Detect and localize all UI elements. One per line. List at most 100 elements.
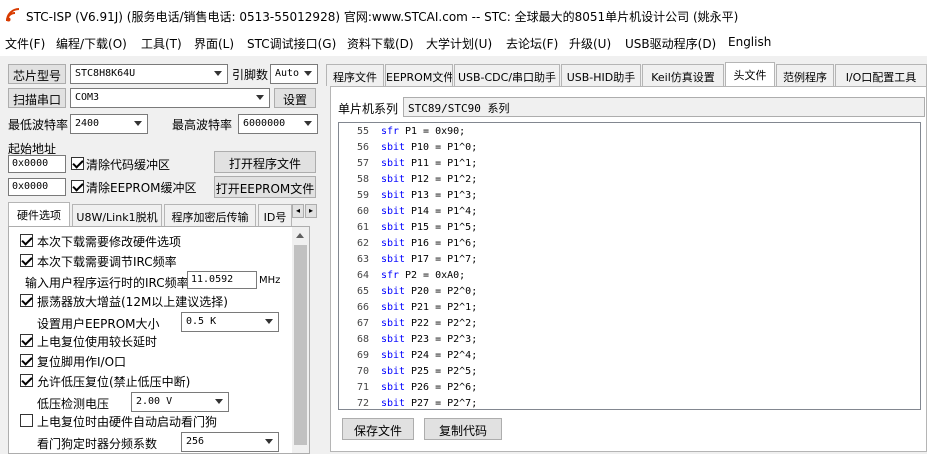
scan-port-button[interactable]: 扫描串口 (8, 88, 66, 108)
min-baud-value: 2400 (75, 118, 100, 129)
tab-program-file[interactable]: 程序文件 (326, 64, 384, 86)
pin-count-select[interactable]: Auto (270, 64, 318, 84)
scroll-up-icon[interactable] (296, 233, 304, 238)
code-text: P22 = P2^2; (411, 318, 478, 329)
scrollbar-thumb[interactable] (294, 245, 307, 445)
mcu-series-select[interactable]: STC89/STC90 系列 (403, 97, 925, 117)
tab-usb-cdc-serial[interactable]: USB-CDC/串口助手 (454, 64, 560, 86)
line-number: 70 (356, 366, 369, 377)
tab-hardware-options[interactable]: 硬件选项 (8, 202, 70, 226)
eeprom-size-select[interactable]: 0.5 K (181, 312, 279, 332)
code-keyword: sbit (381, 366, 406, 377)
tab-u8w-offline[interactable]: U8W/Link1脱机 (72, 204, 162, 226)
line-number: 68 (356, 334, 369, 345)
chevron-down-icon (134, 121, 142, 126)
lvr-voltage-select[interactable]: 2.00 V (131, 392, 229, 412)
tab-id[interactable]: ID号 (258, 204, 292, 226)
por-delay-checkbox[interactable] (20, 334, 33, 347)
tab-scroll-right-icon[interactable]: ▸ (305, 204, 317, 218)
modify-hardware-checkbox[interactable] (20, 234, 33, 247)
code-keyword: sbit (381, 302, 406, 313)
save-file-button[interactable]: 保存文件 (342, 418, 414, 440)
title-bar: STC-ISP (V6.91J) (服务电话/销售电话: 0513-550129… (0, 0, 927, 30)
code-text: P20 = P2^0; (411, 286, 478, 297)
watchdog-divider-label: 看门狗定时器分频系数 (37, 437, 158, 451)
menu-downloads[interactable]: 资料下载(D) (347, 35, 414, 52)
chip-type-select[interactable]: STC8H8K64U (70, 64, 228, 84)
code-text: P24 = P2^4; (411, 350, 478, 361)
lvr-voltage-value: 2.00 V (136, 396, 173, 407)
code-keyword: sbit (381, 334, 406, 345)
menu-tools[interactable]: 工具(T) (141, 35, 182, 52)
menu-english[interactable]: English (728, 35, 771, 49)
open-program-file-button[interactable]: 打开程序文件 (214, 151, 316, 173)
clear-code-checkbox[interactable] (71, 157, 84, 170)
line-number: 64 (356, 270, 369, 281)
clear-eeprom-checkbox[interactable] (71, 180, 84, 193)
code-keyword: sbit (381, 222, 406, 233)
adjust-irc-label: 本次下载需要调节IRC频率 (37, 255, 177, 269)
code-keyword: sbit (381, 286, 406, 297)
clear-code-label: 清除代码缓冲区 (86, 158, 171, 172)
menu-interface[interactable]: 界面(L) (194, 35, 234, 52)
menu-program-download[interactable]: 编程/下载(O) (56, 35, 127, 52)
tab-keil-simulation[interactable]: Keil仿真设置 (642, 64, 724, 86)
menu-upgrade[interactable]: 升级(U) (569, 35, 611, 52)
watchdog-auto-checkbox[interactable] (20, 414, 33, 427)
menu-forum[interactable]: 去论坛(F) (506, 35, 558, 52)
tab-scroll-left-icon[interactable]: ◂ (292, 204, 304, 218)
max-baud-label: 最高波特率 (172, 118, 233, 132)
min-baud-select[interactable]: 2400 (70, 114, 148, 134)
code-text: P2 = 0xA0; (405, 270, 466, 281)
copy-code-button[interactable]: 复制代码 (424, 418, 502, 440)
tab-header-file[interactable]: 头文件 (725, 62, 775, 86)
osc-gain-checkbox[interactable] (20, 294, 33, 307)
irc-frequency-label: 输入用户程序运行时的IRC频率 (25, 276, 189, 290)
code-keyword: sbit (381, 238, 406, 249)
code-text: P26 = P2^6; (411, 382, 478, 393)
eeprom-address-field[interactable]: 0x0000 (8, 178, 66, 196)
max-baud-select[interactable]: 6000000 (238, 114, 318, 134)
low-voltage-reset-checkbox[interactable] (20, 374, 33, 387)
eeprom-size-value: 0.5 K (186, 316, 217, 327)
line-number: 67 (356, 318, 369, 329)
watchdog-divider-select[interactable]: 256 (181, 432, 279, 452)
code-keyword: sbit (381, 190, 406, 201)
line-number: 72 (356, 398, 369, 409)
code-text: P25 = P2^5; (411, 366, 478, 377)
tab-usb-hid[interactable]: USB-HID助手 (561, 64, 641, 86)
code-text: P15 = P1^5; (411, 222, 478, 233)
window-title: STC-ISP (V6.91J) (服务电话/销售电话: 0513-550129… (26, 10, 739, 24)
tab-encrypted-transfer[interactable]: 程序加密后传输 (164, 204, 256, 226)
code-text: P12 = P1^2; (411, 174, 478, 185)
menu-stc-debug[interactable]: STC调试接口(G) (247, 35, 336, 52)
menu-file[interactable]: 文件(F) (5, 35, 45, 52)
tab-eeprom-file[interactable]: EEPROM文件 (385, 64, 453, 86)
code-keyword: sbit (381, 398, 406, 409)
line-number: 71 (356, 382, 369, 393)
code-address-field[interactable]: 0x0000 (8, 155, 66, 173)
menu-usb-driver[interactable]: USB驱动程序(D) (625, 35, 716, 52)
code-text: P21 = P2^1; (411, 302, 478, 313)
low-voltage-reset-label: 允许低压复位(禁止低压中断) (37, 375, 191, 389)
options-scrollbar[interactable] (292, 227, 309, 453)
header-code-view[interactable]: 55 sfr P1 = 0x90; 56 sbit P10 = P1^0; 57 sbit P1… (338, 122, 921, 410)
open-eeprom-file-button[interactable]: 打开EEPROM文件 (214, 176, 316, 198)
chip-type-button[interactable]: 芯片型号 (8, 64, 66, 84)
code-text: P17 = P1^7; (411, 254, 478, 265)
adjust-irc-checkbox[interactable] (20, 254, 33, 267)
code-text: P1 = 0x90; (405, 126, 466, 137)
settings-button[interactable]: 设置 (274, 88, 316, 108)
pin-count-label: 引脚数 (232, 68, 269, 82)
line-number: 66 (356, 302, 369, 313)
irc-frequency-field[interactable]: 11.0592 (187, 271, 257, 289)
lvr-voltage-label: 低压检测电压 (37, 397, 110, 411)
irc-unit-label: MHz (259, 275, 281, 286)
reset-pin-io-checkbox[interactable] (20, 354, 33, 367)
port-select[interactable]: COM3 (70, 88, 270, 108)
code-keyword: sfr (381, 126, 400, 137)
tab-io-config-tool[interactable]: I/O口配置工具 (835, 64, 927, 86)
menu-university[interactable]: 大学计划(U) (426, 35, 492, 52)
line-number: 60 (356, 206, 369, 217)
tab-example-programs[interactable]: 范例程序 (776, 64, 834, 86)
